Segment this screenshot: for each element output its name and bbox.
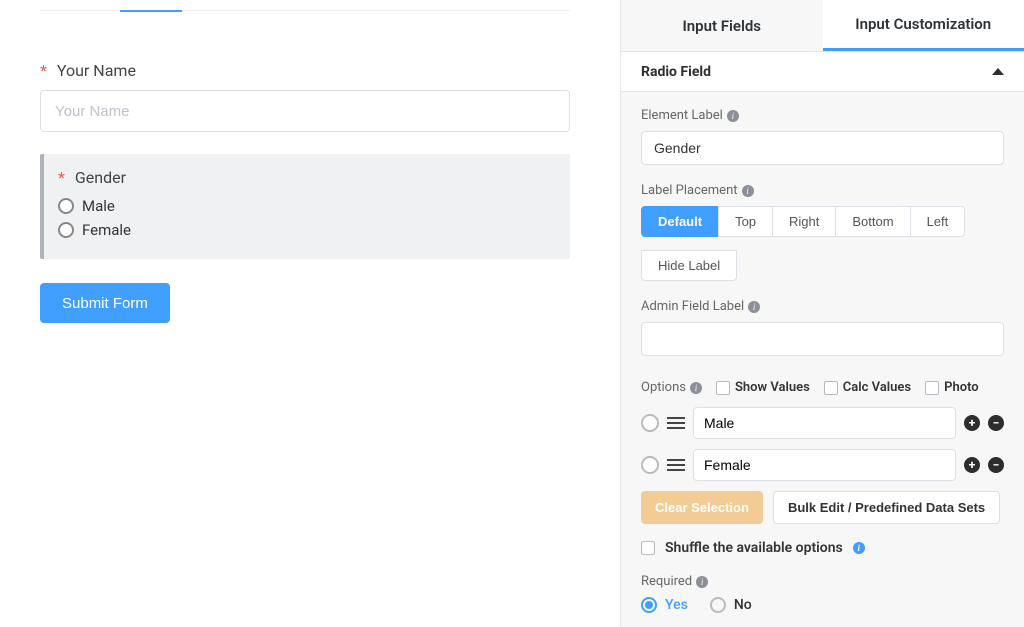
sidebar-tabs: Input Fields Input Customization <box>621 0 1024 52</box>
element-label-caption-row: Element Label i <box>641 108 1004 123</box>
radio-icon <box>58 198 74 214</box>
photo-label: Photo <box>944 380 979 395</box>
show-values-checkbox[interactable] <box>716 381 730 395</box>
placement-bottom-button[interactable]: Bottom <box>835 206 910 237</box>
calc-values-checkbox[interactable] <box>824 381 838 395</box>
tab-underline <box>40 10 570 11</box>
drag-handle-icon[interactable] <box>667 417 685 429</box>
label-placement-caption: Label Placement <box>641 183 738 198</box>
admin-label-caption-row: Admin Field Label i <box>641 299 1004 314</box>
placement-right-button[interactable]: Right <box>772 206 836 237</box>
gender-field-label: * Gender <box>58 168 552 187</box>
required-no-label: No <box>734 597 752 613</box>
required-star-icon: * <box>58 168 65 187</box>
required-no-radio[interactable]: No <box>710 597 752 613</box>
tab-input-customization[interactable]: Input Customization <box>823 0 1024 51</box>
name-field-label: * Your Name <box>40 61 570 80</box>
info-icon[interactable]: i <box>690 382 702 394</box>
placement-button-group: Default Top Right Bottom Left <box>641 206 1004 237</box>
chevron-up-icon <box>992 68 1004 75</box>
form-preview-panel: * Your Name * Gender Male Female Submit … <box>0 0 620 627</box>
shuffle-label: Shuffle the available options <box>665 540 843 556</box>
info-icon[interactable]: i <box>748 301 760 313</box>
options-header: Options i Show Values Calc Values Photo <box>641 380 1004 395</box>
gender-label-text: Gender <box>75 168 126 187</box>
gender-option-male[interactable]: Male <box>58 197 552 215</box>
required-yes-label: Yes <box>665 597 688 613</box>
drag-handle-icon[interactable] <box>667 459 685 471</box>
option-row: + − <box>641 449 1004 481</box>
required-caption-row: Required i <box>641 574 1004 589</box>
calc-values-label: Calc Values <box>843 380 911 395</box>
photo-checkbox[interactable] <box>925 381 939 395</box>
options-caption: Options <box>641 380 686 395</box>
admin-label-caption: Admin Field Label <box>641 299 744 314</box>
info-icon[interactable]: i <box>696 576 708 588</box>
shuffle-checkbox[interactable] <box>641 541 655 555</box>
bulk-edit-button[interactable]: Bulk Edit / Predefined Data Sets <box>773 491 1000 524</box>
option-label-input[interactable] <box>693 407 956 439</box>
required-yes-radio[interactable]: Yes <box>641 597 688 613</box>
placement-top-button[interactable]: Top <box>718 206 773 237</box>
shuffle-row: Shuffle the available options i <box>641 540 1004 556</box>
add-option-button[interactable]: + <box>964 457 980 473</box>
clear-selection-button[interactable]: Clear Selection <box>641 491 763 524</box>
label-placement-caption-row: Label Placement i <box>641 183 1004 198</box>
name-input[interactable] <box>40 90 570 132</box>
placement-default-button[interactable]: Default <box>641 206 719 237</box>
remove-option-button[interactable]: − <box>988 457 1004 473</box>
name-label-text: Your Name <box>57 61 136 80</box>
info-icon[interactable]: i <box>853 542 865 554</box>
gender-option-female[interactable]: Female <box>58 221 552 239</box>
placement-left-button[interactable]: Left <box>910 206 966 237</box>
gender-radio-list: Male Female <box>58 197 552 239</box>
gender-field-group-selected[interactable]: * Gender Male Female <box>40 154 570 259</box>
submit-form-button[interactable]: Submit Form <box>40 283 170 323</box>
required-star-icon: * <box>40 61 47 80</box>
option-actions: Clear Selection Bulk Edit / Predefined D… <box>641 491 1004 524</box>
radio-icon <box>58 222 74 238</box>
add-option-button[interactable]: + <box>964 415 980 431</box>
gender-option-label: Female <box>82 221 131 239</box>
info-icon[interactable]: i <box>742 185 754 197</box>
sidebar: Input Fields Input Customization Radio F… <box>620 0 1024 627</box>
options-caption-row: Options i <box>641 380 702 395</box>
element-label-caption: Element Label <box>641 108 723 123</box>
required-caption: Required <box>641 574 692 589</box>
tab-input-fields[interactable]: Input Fields <box>621 0 823 51</box>
show-values-label: Show Values <box>735 380 810 395</box>
radio-icon <box>710 597 726 613</box>
admin-label-input[interactable] <box>641 322 1004 356</box>
customization-body: Element Label i Label Placement i Defaul… <box>621 92 1024 627</box>
radio-icon <box>641 597 657 613</box>
section-header-radio-field[interactable]: Radio Field <box>621 52 1024 92</box>
placement-hide-button[interactable]: Hide Label <box>641 250 737 281</box>
section-title: Radio Field <box>641 64 711 80</box>
name-field-group: * Your Name <box>40 61 570 132</box>
element-label-input[interactable] <box>641 131 1004 165</box>
gender-option-label: Male <box>82 197 115 215</box>
option-default-radio[interactable] <box>641 456 659 474</box>
required-radio-group: Yes No <box>641 597 1004 613</box>
option-row: + − <box>641 407 1004 439</box>
option-default-radio[interactable] <box>641 414 659 432</box>
remove-option-button[interactable]: − <box>988 415 1004 431</box>
info-icon[interactable]: i <box>727 110 739 122</box>
option-label-input[interactable] <box>693 449 956 481</box>
